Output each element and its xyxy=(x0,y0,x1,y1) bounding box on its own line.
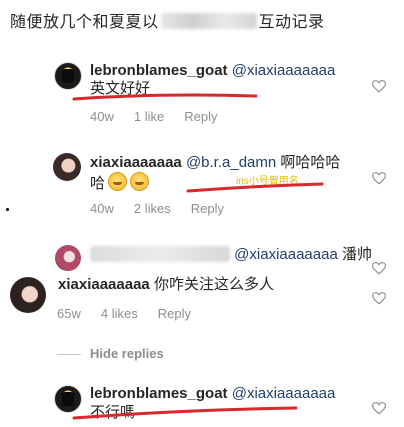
avatar-lebron[interactable] xyxy=(54,62,82,90)
comment-3-line: @xiaxiaaaaaaa 潘帅 xyxy=(90,244,372,266)
hide-replies-button[interactable]: Hide replies xyxy=(90,346,164,361)
caption-header: 随便放几个和夏夏以 互动记录 xyxy=(10,8,325,32)
heart-icon[interactable] xyxy=(372,80,386,93)
comment-2-meta: 40w 2 likes Reply xyxy=(90,201,244,216)
mention[interactable]: @xiaxiaaaaaaa xyxy=(234,246,338,263)
likes[interactable]: 4 likes xyxy=(101,306,138,321)
comment-3-text: 潘帅 xyxy=(341,246,372,263)
comment-2-text2: 哈 xyxy=(90,172,150,195)
bullet-dot xyxy=(6,208,9,211)
username[interactable]: xiaxiaaaaaaa xyxy=(90,154,182,171)
comment-2-text-cont: 哈 xyxy=(90,175,106,192)
emoji-icon xyxy=(130,172,150,191)
comment-1-meta: 40w 1 like Reply xyxy=(90,109,237,124)
red-underline-3 xyxy=(72,406,298,420)
mention[interactable]: @xiaxiaaaaaaa xyxy=(232,62,336,79)
time: 40w xyxy=(90,109,114,124)
caption-text-start: 随便放几个和夏夏以 xyxy=(10,14,159,31)
time: 40w xyxy=(90,201,114,216)
comment-4-line: xiaxiaaaaaaa 你咋关注这么多人 xyxy=(58,274,274,296)
caption-text-end: 互动记录 xyxy=(258,14,325,31)
comment-4-meta: 65w 4 likes Reply xyxy=(57,306,211,321)
avatar-xiaxia-large[interactable] xyxy=(10,277,46,313)
avatar-xiaxia[interactable] xyxy=(53,153,81,181)
red-underline-2 xyxy=(186,182,324,193)
heart-icon[interactable] xyxy=(372,172,386,185)
mention[interactable]: @b.r.a_damn xyxy=(186,154,276,171)
divider-line xyxy=(57,354,81,355)
time: 65w xyxy=(57,306,81,321)
username[interactable]: lebronblames_goat xyxy=(90,385,228,402)
username[interactable]: lebronblames_goat xyxy=(90,62,228,79)
reply-button[interactable]: Reply xyxy=(158,306,191,321)
comment-2-line: xiaxiaaaaaaa @b.r.a_damn 啊哈哈哈 xyxy=(90,152,340,174)
reply-button[interactable]: Reply xyxy=(191,201,224,216)
avatar-user[interactable] xyxy=(55,245,81,271)
likes[interactable]: 1 like xyxy=(134,109,164,124)
blurred-name xyxy=(160,13,257,29)
blurred-username xyxy=(90,246,230,262)
reply-button[interactable]: Reply xyxy=(184,109,217,124)
heart-icon[interactable] xyxy=(372,402,386,415)
heart-icon[interactable] xyxy=(372,292,386,305)
comment-2-text: 啊哈哈哈 xyxy=(280,154,341,171)
comment-4-text: 你咋关注这么多人 xyxy=(153,276,274,293)
red-underline-1 xyxy=(72,93,258,101)
likes[interactable]: 2 likes xyxy=(134,201,171,216)
heart-icon[interactable] xyxy=(372,262,386,275)
emoji-icon xyxy=(108,172,128,191)
mention[interactable]: @xiaxiaaaaaaa xyxy=(232,385,336,402)
username[interactable]: xiaxiaaaaaaa xyxy=(58,276,150,293)
